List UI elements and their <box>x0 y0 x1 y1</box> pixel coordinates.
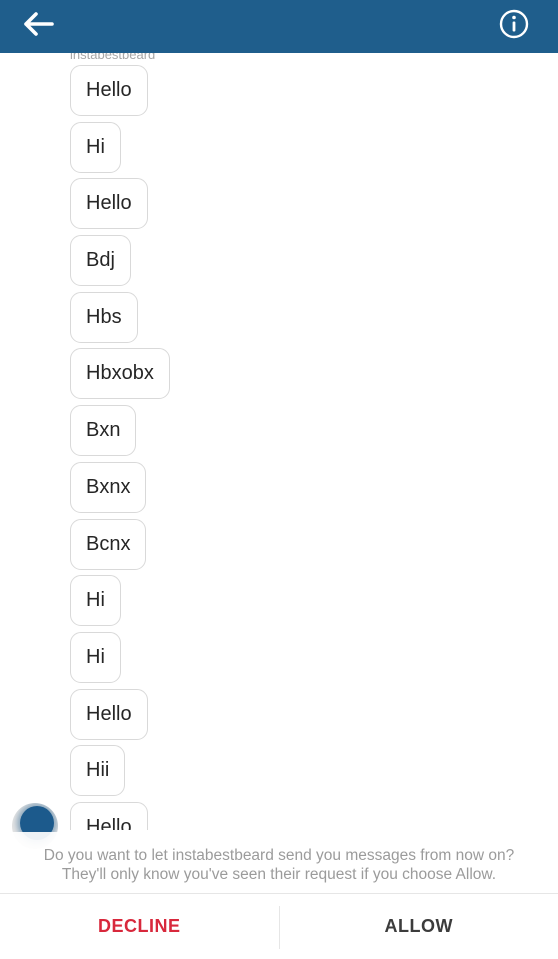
request-actions: DECLINE ALLOW <box>0 894 558 959</box>
message-bubble[interactable]: Hbxobx <box>70 348 170 400</box>
prompt-line-2: They'll only know you've seen their requ… <box>61 866 497 883</box>
request-prompt-text: Do you want to let instabestbeard send y… <box>10 846 548 884</box>
top-bar <box>0 0 558 53</box>
request-prompt: Do you want to let instabestbeard send y… <box>0 832 558 894</box>
message-request-screen: instabestbeard Hello Hi Hello Bdj Hbs Hbxobx B… <box>0 0 558 959</box>
message-bubble[interactable]: Hi <box>70 121 121 173</box>
message-bubble[interactable]: Bdj <box>70 235 131 287</box>
allow-button[interactable]: ALLOW <box>279 894 558 959</box>
message-bubble[interactable]: Hii <box>70 745 126 797</box>
info-button[interactable] <box>496 7 532 41</box>
message-bubble[interactable]: Hello <box>70 801 148 830</box>
message-bubble[interactable]: Bxnx <box>70 461 147 513</box>
message-bubble[interactable]: Hbs <box>70 291 138 343</box>
message-bubble[interactable]: Bcnx <box>70 518 147 570</box>
prompt-line-1: Do you want to let instabestbeard send y… <box>43 847 515 864</box>
message-bubble[interactable]: Bxn <box>70 405 137 457</box>
info-circle-icon <box>499 9 529 39</box>
message-bubble[interactable]: Hello <box>70 688 148 740</box>
arrow-left-icon <box>24 12 54 36</box>
back-button[interactable] <box>18 6 58 42</box>
message-bubble[interactable]: Hello <box>70 65 148 116</box>
message-bubble[interactable]: Hi <box>70 575 121 627</box>
sender-name: instabestbeard <box>70 53 156 62</box>
message-list: Hello Hi Hello Bdj Hbs Hbxobx Bxn Bxnx Bcnx Hi Hi H… <box>70 65 170 830</box>
message-bubble[interactable]: Hello <box>70 178 148 230</box>
message-bubble[interactable]: Hi <box>70 631 121 683</box>
message-thread[interactable]: instabestbeard Hello Hi Hello Bdj Hbs Hbxobx B… <box>0 53 558 830</box>
decline-button[interactable]: DECLINE <box>0 894 279 959</box>
